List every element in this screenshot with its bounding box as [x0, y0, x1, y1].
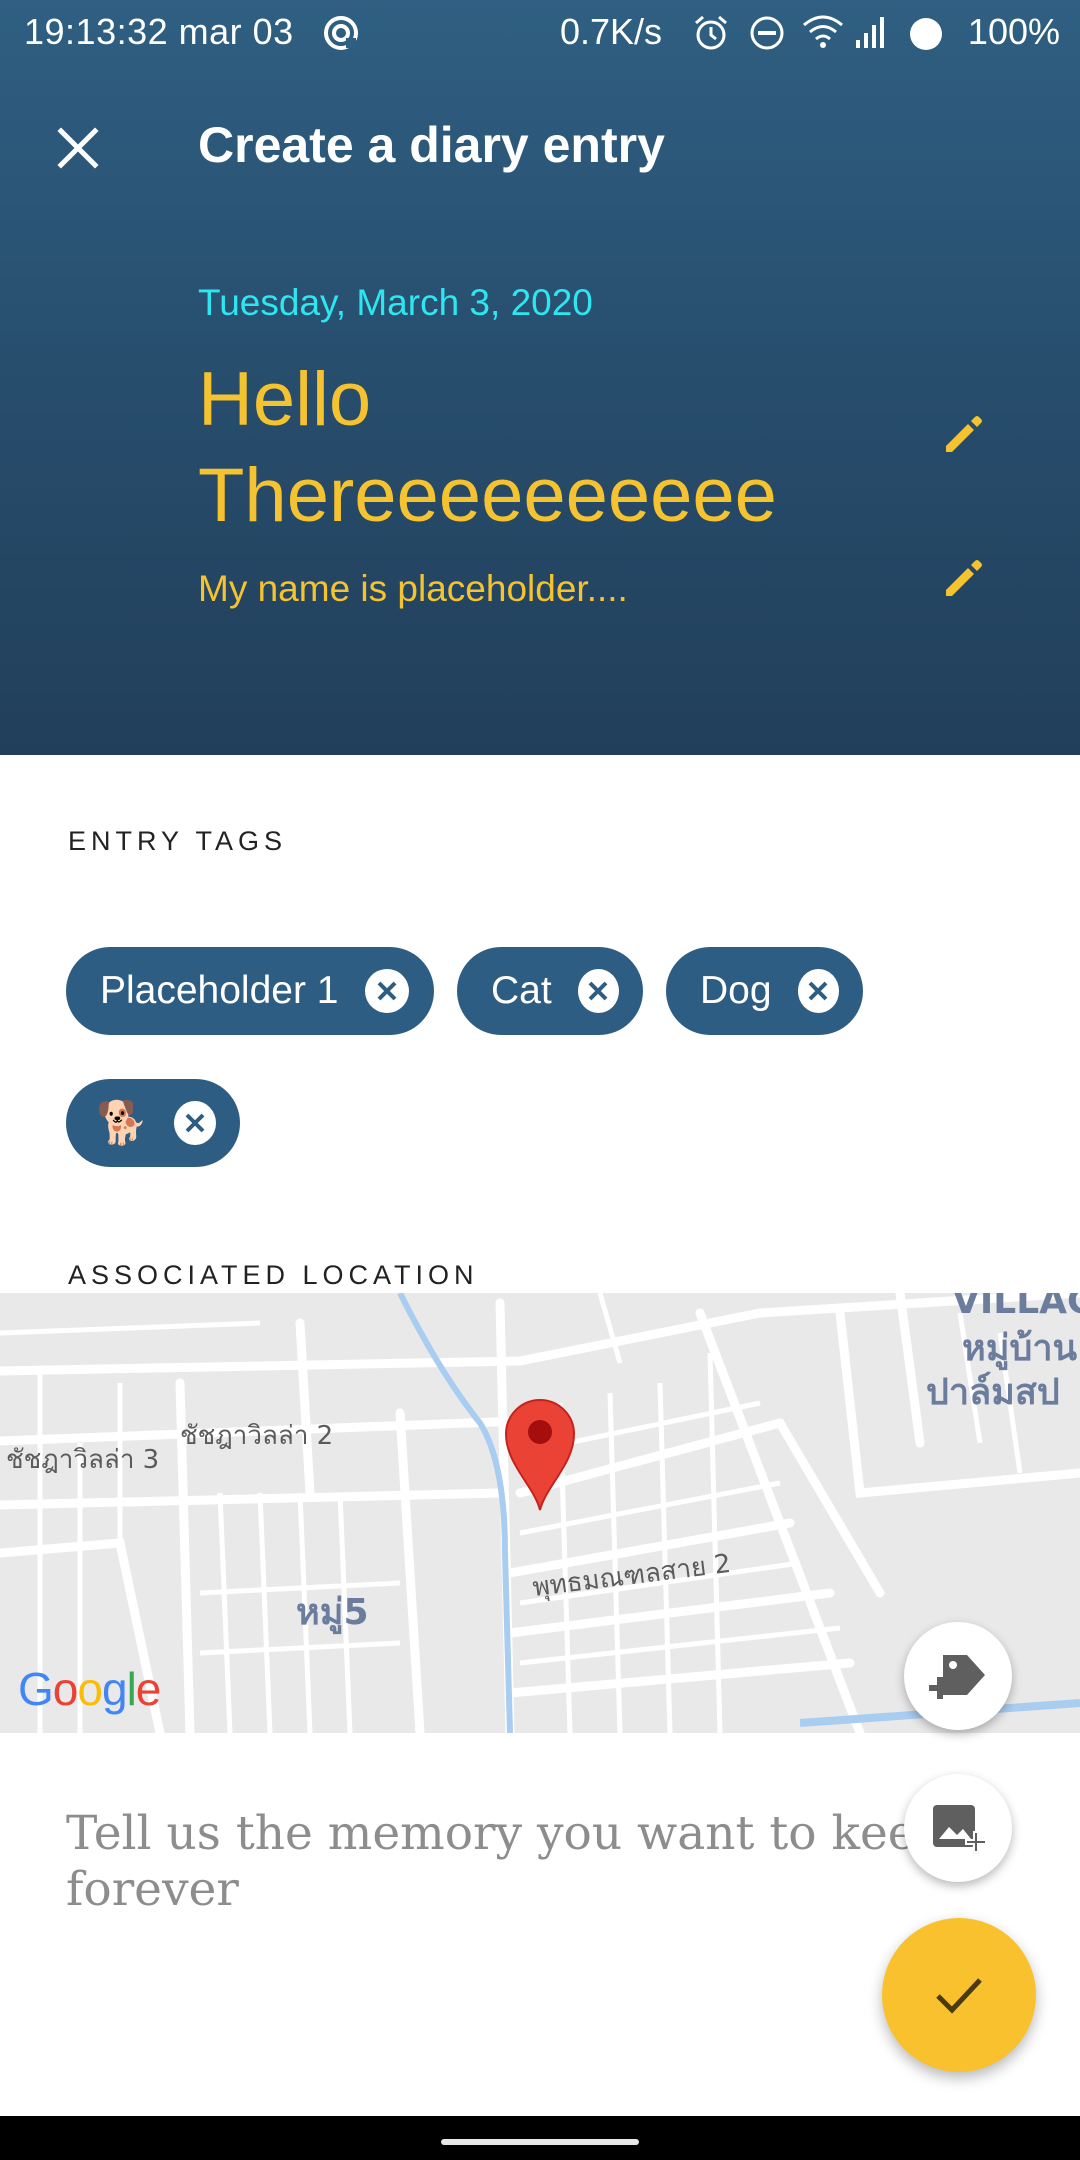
do-not-disturb-icon [750, 16, 784, 50]
map-area-label: VILLAG [952, 1293, 1080, 1322]
tag-chip-label: 🐕 [96, 1098, 149, 1146]
edit-title-button[interactable] [940, 412, 984, 456]
map-pin-icon[interactable] [504, 1398, 576, 1512]
map-area-label: หมู่5 [296, 1592, 369, 1633]
tag-chip[interactable]: 🐕 [66, 1079, 240, 1167]
close-circle-icon [377, 981, 396, 1001]
entry-date[interactable]: Tuesday, March 3, 2020 [198, 282, 593, 324]
tag-chip[interactable]: Placeholder 1 [66, 947, 434, 1035]
close-circle-icon [185, 1113, 205, 1133]
page-title: Create a diary entry [198, 117, 665, 173]
save-entry-button[interactable] [882, 1918, 1036, 2072]
status-time: 19:13:32 mar 03 [24, 11, 294, 52]
entry-header: 19:13:32 mar 03 0.7K/s 100% Create a dia… [0, 0, 1080, 755]
status-bar: 19:13:32 mar 03 0.7K/s 100% [0, 0, 1080, 66]
associated-location-label: ASSOCIATED LOCATION [68, 1260, 479, 1290]
close-circle-icon [588, 981, 608, 1001]
wifi-icon [803, 15, 843, 48]
battery-icon [910, 18, 942, 50]
diary-entry-screen: 19:13:32 mar 03 0.7K/s 100% Create a dia… [0, 0, 1080, 2160]
map-road-label: ชัชฎาวิลล่า 3 [6, 1445, 160, 1475]
entry-title[interactable]: Hello Thereeeeeeeeee [198, 352, 898, 544]
add-image-button[interactable] [904, 1774, 1012, 1882]
tag-chip[interactable]: Cat [457, 947, 643, 1035]
edit-subtitle-button[interactable] [940, 556, 984, 600]
pencil-icon [946, 416, 982, 452]
google-attribution-logo: Google [18, 1663, 161, 1715]
close-button[interactable] [42, 112, 114, 184]
memory-input[interactable] [66, 1806, 966, 2006]
tag-chip[interactable]: Dog [666, 947, 863, 1035]
remove-tag-button[interactable] [577, 969, 619, 1013]
sync-icon [324, 16, 358, 50]
remove-tag-button[interactable] [797, 969, 839, 1013]
map-road-label: ชัชฎาวิลล่า 2 [180, 1421, 334, 1451]
system-nav-bar [0, 2116, 1080, 2160]
network-speed: 0.7K/s [560, 11, 663, 52]
alarm-icon [695, 15, 727, 50]
signal-icon [856, 17, 884, 48]
battery-percentage: 100% [967, 11, 1060, 52]
close-icon [57, 127, 99, 169]
add-tag-icon [929, 1655, 985, 1699]
tag-chip-label: Placeholder 1 [100, 969, 339, 1012]
entry-tags-label: ENTRY TAGS [68, 826, 288, 856]
check-icon [936, 1978, 982, 2014]
add-image-icon [933, 1805, 987, 1853]
remove-tag-button[interactable] [364, 969, 409, 1013]
tag-chip-label: Cat [491, 969, 552, 1012]
tag-chip-label: Dog [700, 969, 772, 1012]
close-circle-icon [808, 981, 828, 1001]
remove-tag-button[interactable] [174, 1101, 216, 1145]
entry-subtitle[interactable]: My name is placeholder.... [198, 568, 628, 610]
add-tag-button[interactable] [904, 1622, 1012, 1730]
map-area-label: ปาล์มสป [926, 1372, 1060, 1413]
home-gesture-handle[interactable] [441, 2139, 639, 2145]
pencil-icon [946, 560, 982, 596]
